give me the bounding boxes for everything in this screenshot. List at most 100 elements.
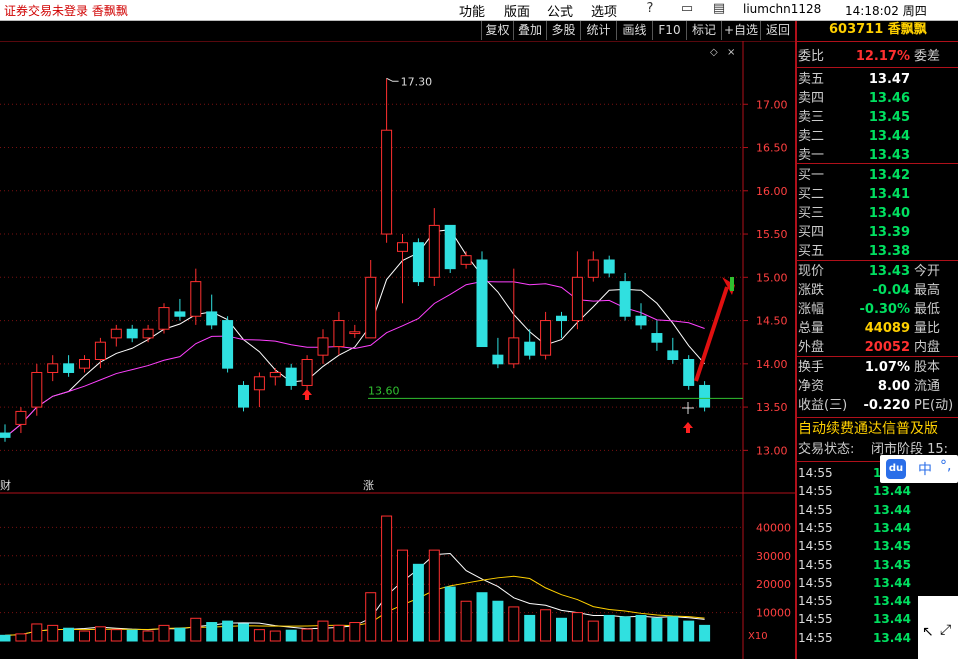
volume-bar xyxy=(683,620,695,642)
menu-function[interactable]: 功能 xyxy=(459,1,485,20)
volume-unit-label: X10 xyxy=(748,631,768,642)
volume-bar xyxy=(126,629,138,642)
quote-panel: 603711 香飘飘 委比 12.17% 委差 卖五 13.47 卖四 13.46 卖三… xyxy=(797,21,958,659)
app-title: 证券交易未登录 香飘飘 xyxy=(4,4,128,18)
volume-tick-label: 40000 xyxy=(756,521,791,534)
tick-time: 14:55 xyxy=(798,502,833,517)
stat-row: 涨跌 -0.04 最高 xyxy=(797,282,958,300)
volume-bar xyxy=(206,622,218,642)
expand-icon[interactable]: ⤢ xyxy=(940,622,951,638)
draw-line-button[interactable]: 画线 xyxy=(616,21,652,40)
buy-arrow-icon xyxy=(302,389,312,400)
volume-bar xyxy=(365,592,377,642)
banner[interactable]: 自动续费通达信普及版 xyxy=(797,420,958,438)
candle-body xyxy=(508,337,520,365)
candle-body xyxy=(301,359,313,386)
trade-status-label: 交易状态: xyxy=(798,442,855,457)
volume-bar xyxy=(317,620,329,642)
mark-button[interactable]: 标记 xyxy=(686,21,721,40)
tick-row: 14:55 13.45 xyxy=(797,556,958,574)
monitor-icon[interactable]: ▭ xyxy=(678,1,696,16)
volume-bar xyxy=(476,592,488,642)
candle-body xyxy=(63,363,75,373)
candle-body xyxy=(317,337,329,356)
volume-bar xyxy=(63,627,75,642)
menu-options[interactable]: 选项 xyxy=(591,1,617,20)
tick-time: 14:55 xyxy=(798,575,833,590)
stat2-row-value: 1.07% xyxy=(864,360,910,375)
stat2-row-label: 换手 xyxy=(798,360,825,375)
stat2-row-value: 8.00 xyxy=(877,379,910,394)
stat-row-label: 总量 xyxy=(798,321,825,336)
candle-body xyxy=(603,259,615,274)
ask-row: 卖二 13.44 xyxy=(797,128,958,146)
tick-price: 13.45 xyxy=(873,539,911,554)
bid-row: 买二 13.41 xyxy=(797,186,958,204)
stat-row-label2: 今开 xyxy=(914,264,941,279)
statistics-button[interactable]: 统计 xyxy=(580,21,616,40)
stat2-row-label2: 股本 xyxy=(914,360,941,375)
tick-row: 14:55 13.44 xyxy=(797,574,958,592)
volume-bar xyxy=(571,612,583,642)
stock-code-name: 603711 香飘飘 xyxy=(829,22,927,37)
volume-bar xyxy=(269,630,281,642)
candle-body xyxy=(667,350,679,361)
tick-time: 14:55 xyxy=(798,539,833,554)
ask-row-label: 卖五 xyxy=(798,72,825,87)
volume-bar xyxy=(301,628,313,642)
tick-price: 13.44 xyxy=(873,502,911,517)
stat-row-label2: 最低 xyxy=(914,302,941,317)
ime-lang-toggle[interactable]: 中 xyxy=(918,459,932,479)
candle-body xyxy=(0,432,11,438)
menu-formula[interactable]: 公式 xyxy=(547,1,573,20)
back-button[interactable]: 返回 xyxy=(760,21,795,40)
help-icon[interactable]: ? xyxy=(641,1,659,16)
title-bar: 证券交易未登录 香飘飘 功能 版面 公式 选项 ? ▭ ▤ liumchn112… xyxy=(0,0,958,21)
baidu-ime-icon[interactable]: du xyxy=(886,459,906,479)
divider xyxy=(797,417,958,418)
volume-bar xyxy=(492,600,504,642)
volume-bar xyxy=(349,622,361,642)
add-favorite-button[interactable]: +自选 xyxy=(721,21,760,40)
weibi-row: 委比 12.17% 委差 xyxy=(797,48,958,66)
stat-row-label: 涨幅 xyxy=(798,302,825,317)
ime-punct-toggle[interactable]: °, xyxy=(940,458,951,474)
price-tick-label: 15.00 xyxy=(756,271,788,284)
tick-price: 13.44 xyxy=(873,520,911,535)
bid-row: 买四 13.39 xyxy=(797,224,958,242)
bid-row-label: 买三 xyxy=(798,206,825,221)
ask-row-label: 卖三 xyxy=(798,110,825,125)
f10-button[interactable]: F10 xyxy=(652,21,686,40)
volume-bar xyxy=(619,616,631,642)
tick-price: 13.44 xyxy=(873,484,911,499)
divider xyxy=(797,260,958,261)
candle-body xyxy=(444,224,456,270)
multi-stock-button[interactable]: 多股 xyxy=(546,21,580,40)
tick-row: 14:55 13.44 xyxy=(797,482,958,500)
volume-bar xyxy=(285,629,297,642)
volume-tick-label: 20000 xyxy=(756,578,791,591)
bid-row-value: 13.40 xyxy=(868,206,910,221)
volume-bar xyxy=(174,627,186,642)
stat2-row: 换手 1.07% 股本 xyxy=(797,359,958,377)
menu-layout[interactable]: 版面 xyxy=(504,1,530,20)
stat-row: 现价 13.43 今开 xyxy=(797,263,958,281)
stat-row-value: 44089 xyxy=(864,321,910,336)
chat-icon[interactable]: ▤ xyxy=(710,1,728,16)
restore-rights-button[interactable]: 复权 xyxy=(481,21,513,40)
ask-row-value: 13.46 xyxy=(868,91,910,106)
kline-chart[interactable]: 17.00 16.50 16.00 15.50 15.00 14.50 14.00 13.50… xyxy=(0,41,795,659)
candle-body xyxy=(651,333,663,343)
stat-row: 外盘 20052 内盘 xyxy=(797,339,958,357)
volume-bar xyxy=(603,614,615,642)
candle-body xyxy=(206,311,218,326)
volume-tick-label: 10000 xyxy=(756,607,791,620)
candle-body xyxy=(238,384,249,408)
overlay-button[interactable]: 叠加 xyxy=(513,21,546,40)
candle-body xyxy=(333,320,345,348)
ask-row-value: 13.45 xyxy=(868,110,910,125)
candle-body xyxy=(31,371,43,408)
volume-bar xyxy=(253,629,265,642)
ime-toolbar[interactable]: du 中 °, xyxy=(880,455,958,483)
volume-bar xyxy=(31,623,43,642)
